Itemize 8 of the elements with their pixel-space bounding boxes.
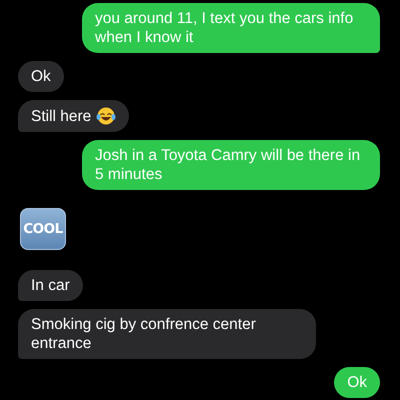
message-text: Ok	[347, 373, 367, 392]
message-text: Smoking cig by confrence center entrance	[31, 315, 257, 353]
message-text: Ok	[31, 67, 51, 86]
cool-sticker: COOL	[20, 208, 66, 250]
message-text: you around 11, I text you the cars info when I know it	[95, 9, 354, 47]
message-text: In car	[31, 276, 70, 295]
message-text: Still here	[31, 106, 92, 126]
message-text: Josh in a Toyota Camry will be there in 5 minutes	[95, 146, 362, 184]
